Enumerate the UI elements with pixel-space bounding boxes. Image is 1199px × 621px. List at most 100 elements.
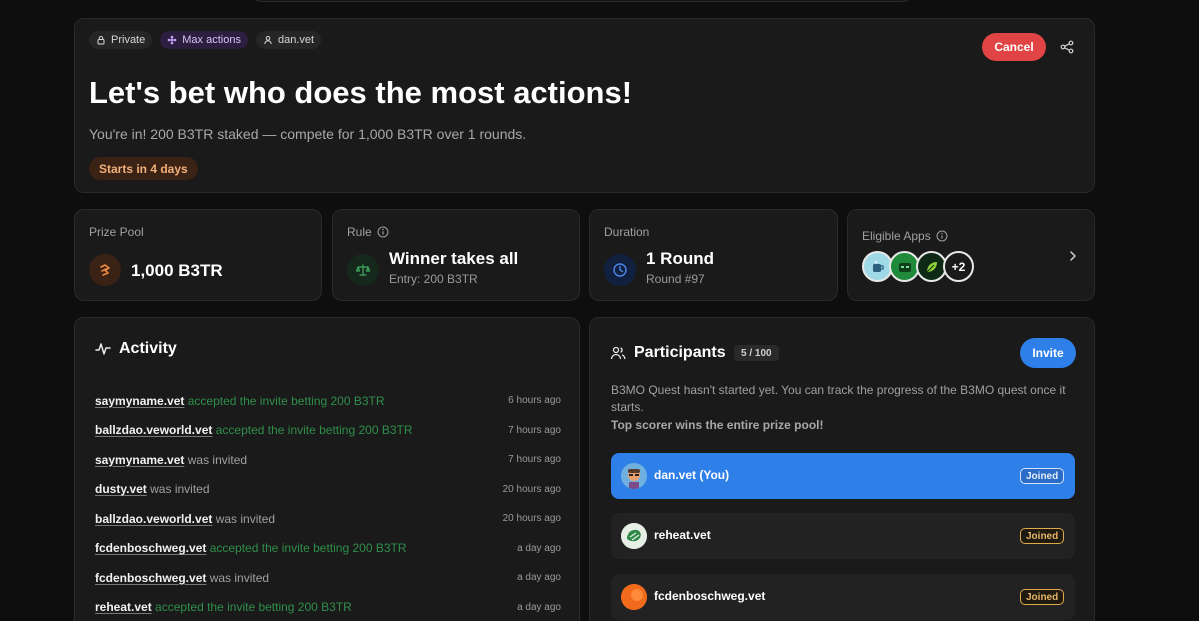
activity-action: accepted the invite betting 200 B3TR: [215, 423, 413, 438]
duration-value: 1 Round: [646, 249, 714, 268]
participant-name: fcdenboschweg.vet: [654, 589, 766, 603]
entry-fee: Entry: 200 B3TR: [389, 272, 478, 286]
participants-heading: Participants: [610, 344, 726, 362]
list-item: saymyname.vet was invited 7 hours ago: [95, 445, 561, 475]
rule-card: Rule Winner takes all Entry: 200 B3TR: [332, 209, 580, 301]
list-item: ballzdao.veworld.vet was invited 20 hour…: [95, 504, 561, 534]
list-item: reheat.vet accepted the invite betting 2…: [95, 593, 561, 621]
avatar: [621, 463, 647, 489]
duration-card: Duration 1 Round Round #97: [589, 209, 838, 301]
activity-pulse-icon: [95, 343, 111, 355]
activity-user-link[interactable]: ballzdao.veworld.vet: [95, 512, 212, 526]
participant-row[interactable]: fcdenboschweg.vet Joined: [611, 574, 1075, 620]
private-label: Private: [111, 34, 146, 46]
activity-user-link[interactable]: saymyname.vet: [95, 394, 184, 408]
eligible-apps-card[interactable]: Eligible Apps +2: [847, 209, 1095, 301]
activity-time: a day ago: [517, 542, 561, 554]
activity-text: fcdenboschweg.vet was invited: [95, 571, 269, 585]
status-badge: Joined: [1020, 528, 1065, 544]
activity-time: 7 hours ago: [508, 424, 561, 436]
activity-time: 7 hours ago: [508, 454, 561, 466]
avatar: [621, 523, 647, 549]
activity-user-link[interactable]: saymyname.vet: [95, 453, 184, 467]
activity-text: ballzdao.veworld.vet was invited: [95, 512, 275, 526]
invite-button[interactable]: Invite: [1020, 338, 1076, 368]
activity-action: was invited: [209, 570, 270, 585]
activity-text: saymyname.vet accepted the invite bettin…: [95, 394, 385, 408]
prize-pool-card: Prize Pool 1,000 B3TR: [74, 209, 322, 301]
lock-icon: [97, 36, 105, 45]
info-icon[interactable]: [936, 230, 948, 242]
participant-row-current-user[interactable]: dan.vet (You) Joined: [611, 453, 1075, 499]
rule-label: Rule: [347, 225, 372, 239]
prize-pool-label: Prize Pool: [89, 225, 144, 239]
participant-row[interactable]: reheat.vet Joined: [611, 513, 1075, 559]
eligible-app-icons: +2: [862, 251, 974, 282]
activity-user-link[interactable]: fcdenboschweg.vet: [95, 571, 206, 585]
bet-header-card: Private Max actions dan.vet Cancel Let's…: [74, 18, 1095, 193]
list-item: dusty.vet was invited 20 hours ago: [95, 475, 561, 505]
more-apps-count: +2: [943, 251, 974, 282]
creator-chip: dan.vet: [255, 31, 322, 49]
bet-tags: Private Max actions dan.vet: [89, 31, 322, 49]
starts-badge: Starts in 4 days: [89, 157, 198, 180]
share-button[interactable]: [1057, 37, 1077, 57]
quest-status-text: B3MO Quest hasn't started yet. You can t…: [611, 383, 1066, 414]
activity-time: 20 hours ago: [502, 513, 561, 525]
round-number: Round #97: [646, 272, 705, 286]
participants-title: Participants: [634, 344, 726, 361]
prize-pool-value: 1,000 B3TR: [131, 261, 223, 280]
private-chip: Private: [89, 31, 153, 49]
flower-icon: [167, 35, 177, 45]
activity-text: fcdenboschweg.vet accepted the invite be…: [95, 541, 407, 555]
users-icon: [610, 346, 626, 360]
activity-time: 6 hours ago: [508, 395, 561, 407]
clock-icon: [604, 254, 636, 286]
activity-action: was invited: [215, 511, 276, 526]
activity-action: was invited: [187, 452, 248, 467]
activity-panel: Activity saymyname.vet accepted the invi…: [74, 317, 580, 621]
activity-text: reheat.vet accepted the invite betting 2…: [95, 600, 352, 614]
rule-value: Winner takes all: [389, 249, 519, 268]
list-item: fcdenboschweg.vet was invited a day ago: [95, 563, 561, 593]
eligible-apps-label: Eligible Apps: [862, 229, 931, 243]
activity-title: Activity: [119, 340, 177, 357]
activity-user-link[interactable]: dusty.vet: [95, 482, 147, 496]
participants-count-badge: 5 / 100: [734, 345, 779, 361]
scale-icon: [347, 254, 379, 286]
activity-user-link[interactable]: fcdenboschweg.vet: [95, 541, 206, 555]
page-title: Let's bet who does the most actions!: [89, 75, 633, 110]
activity-user-link[interactable]: reheat.vet: [95, 600, 152, 614]
prize-rule-note: Top scorer wins the entire prize pool!: [611, 418, 824, 432]
page-subtitle: You're in! 200 B3TR staked — compete for…: [89, 126, 527, 142]
max-actions-chip: Max actions: [160, 31, 248, 49]
activity-action: accepted the invite betting 200 B3TR: [209, 541, 407, 556]
user-icon: [264, 36, 272, 45]
cancel-button[interactable]: Cancel: [982, 33, 1046, 61]
activity-time: a day ago: [517, 572, 561, 584]
activity-list: saymyname.vet accepted the invite bettin…: [95, 386, 561, 621]
duration-label: Duration: [604, 225, 650, 239]
list-item: fcdenboschweg.vet accepted the invite be…: [95, 534, 561, 564]
max-actions-label: Max actions: [182, 34, 241, 46]
activity-user-link[interactable]: ballzdao.veworld.vet: [95, 423, 212, 437]
top-search-bar-edge: [248, 0, 916, 2]
activity-text: ballzdao.veworld.vet accepted the invite…: [95, 423, 413, 437]
activity-text: dusty.vet was invited: [95, 482, 210, 496]
activity-text: saymyname.vet was invited: [95, 453, 247, 467]
chevron-right-icon[interactable]: [1065, 248, 1081, 264]
list-item: saymyname.vet accepted the invite bettin…: [95, 386, 561, 416]
activity-action: accepted the invite betting 200 B3TR: [187, 393, 385, 408]
activity-heading: Activity: [95, 340, 177, 358]
list-item: ballzdao.veworld.vet accepted the invite…: [95, 416, 561, 446]
rule-label-wrap: Rule: [347, 225, 389, 239]
b3tr-token-icon: [89, 254, 121, 286]
status-badge: Joined: [1020, 589, 1065, 605]
participant-name: reheat.vet: [654, 528, 711, 542]
activity-time: a day ago: [517, 601, 561, 613]
info-icon[interactable]: [377, 226, 389, 238]
participant-name: dan.vet (You): [654, 468, 730, 482]
creator-label: dan.vet: [277, 34, 315, 46]
avatar: [621, 584, 647, 610]
status-badge: Joined: [1020, 468, 1065, 484]
